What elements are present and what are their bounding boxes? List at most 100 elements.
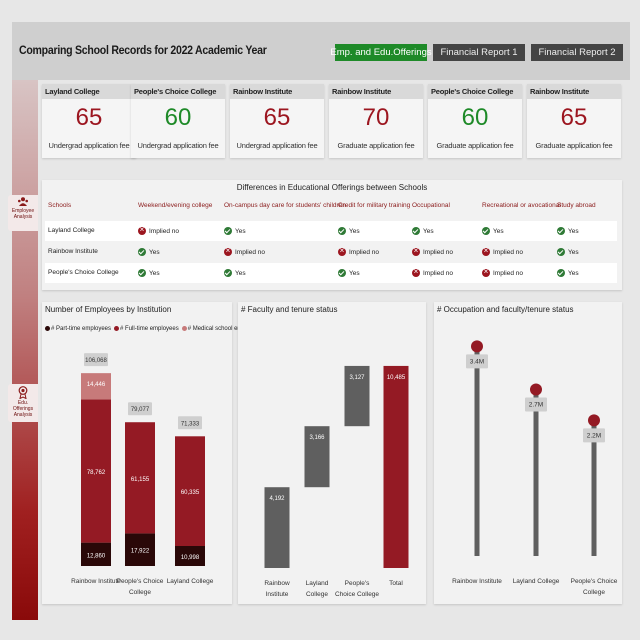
kpi-card: Rainbow Institute 70 Graduate application … bbox=[329, 84, 423, 158]
table-cell: Yes bbox=[412, 227, 434, 235]
table-cell: Yes bbox=[482, 227, 504, 235]
kpi-card-label: Undergrad application fee bbox=[48, 141, 130, 150]
kpi-card-school: Layland College bbox=[42, 84, 136, 99]
data-label: 78,762 bbox=[87, 470, 106, 476]
table-cell-text: Implied no bbox=[423, 269, 453, 277]
table-row: People's Choice College Yes Yes Yes Implied … bbox=[45, 263, 617, 283]
nav-button-financial-report-2[interactable]: Financial Report 2 bbox=[531, 44, 623, 61]
table-cell: Yes bbox=[224, 227, 246, 235]
x-tick-label: Rainbow Institute bbox=[452, 578, 502, 585]
check-icon bbox=[138, 269, 146, 277]
kpi-card-label: Graduate application fee bbox=[436, 141, 514, 150]
x-tick-label: Rainbow bbox=[264, 580, 290, 587]
table-cell-text: Yes bbox=[493, 227, 504, 235]
table-cell: Yes bbox=[557, 227, 579, 235]
table-cell-text: Yes bbox=[423, 227, 434, 235]
kpi-card-value: 60 bbox=[164, 104, 192, 131]
table-cell-school: Rainbow Institute bbox=[48, 248, 98, 255]
x-tick-label: People's Choice bbox=[117, 578, 164, 585]
table-column-header[interactable]: Weekend/evening college bbox=[138, 202, 212, 209]
kpi-card-label: Graduate application fee bbox=[535, 141, 613, 150]
total-label: 106,068 bbox=[85, 358, 107, 364]
table-cell-school: Layland College bbox=[48, 227, 95, 234]
x-tick-label: Layland bbox=[306, 580, 329, 587]
table-cell: Implied no bbox=[224, 246, 265, 256]
table-column-header[interactable]: On-campus day care for students' childre… bbox=[224, 202, 346, 209]
kpi-card-school: Rainbow Institute bbox=[527, 84, 621, 99]
offerings-table: Differences in Educational Offerings bet… bbox=[42, 180, 622, 290]
table-cell-text: Yes bbox=[568, 227, 579, 235]
table-column-header[interactable]: Occupational bbox=[412, 202, 450, 209]
sidebar-item-edu-offerings-analysis[interactable]: Edu. Offerings Analysis bbox=[8, 384, 38, 422]
table-cell-text: Implied no bbox=[149, 227, 179, 235]
x-icon bbox=[412, 246, 420, 256]
table-cell: Yes bbox=[338, 269, 360, 277]
x-tick-label: Layland College bbox=[167, 578, 214, 585]
x-tick-label: People's Choice bbox=[571, 578, 618, 585]
data-label: 61,155 bbox=[131, 477, 150, 483]
sidebar-item-employee-analysis[interactable]: Employee Analysis bbox=[8, 195, 38, 231]
total-bar[interactable] bbox=[383, 365, 409, 568]
table-cell-text: Yes bbox=[235, 269, 246, 277]
table-column-header[interactable]: Study abroad bbox=[557, 202, 596, 209]
nav-button-emp-edu[interactable]: Emp. and Edu.Offerings bbox=[330, 44, 432, 61]
x-tick-label: People's bbox=[345, 580, 370, 587]
faculty-waterfall-chart: 4,192 Rainbow Institute 3,166 Layland College… bbox=[264, 365, 409, 598]
x-tick-label: College bbox=[129, 589, 151, 596]
kpi-card-school: People's Choice College bbox=[131, 84, 225, 99]
table-cell-text: Implied no bbox=[235, 248, 265, 256]
x-icon bbox=[482, 246, 490, 256]
check-icon bbox=[412, 227, 420, 235]
table-cell: Implied no bbox=[138, 225, 179, 235]
lollipop-point[interactable] bbox=[588, 414, 600, 427]
x-tick-label: Rainbow Institute bbox=[71, 578, 121, 585]
check-icon bbox=[224, 227, 232, 235]
kpi-card: Rainbow Institute 65 Undergrad application… bbox=[230, 84, 324, 158]
kpi-card-label: Undergrad application fee bbox=[137, 141, 219, 150]
check-icon bbox=[557, 269, 565, 277]
lollipop-point[interactable] bbox=[471, 340, 483, 353]
x-tick-label: College bbox=[583, 589, 605, 596]
people-icon bbox=[18, 197, 28, 206]
app-frame: Comparing School Records for 2022 Academ… bbox=[0, 0, 640, 640]
data-label: 2.7M bbox=[529, 402, 543, 409]
table-cell-text: Implied no bbox=[493, 248, 523, 256]
table-cell-text: Implied no bbox=[493, 269, 523, 277]
lollipop-stem bbox=[533, 389, 539, 556]
table-column-header[interactable]: Credit for military training bbox=[338, 202, 410, 209]
lollipop-point[interactable] bbox=[530, 383, 542, 396]
kpi-card-value: 60 bbox=[461, 104, 489, 131]
award-icon bbox=[18, 386, 28, 399]
table-title: Differences in Educational Offerings bet… bbox=[236, 183, 428, 192]
data-label: 4,192 bbox=[269, 496, 285, 502]
x-icon bbox=[224, 246, 232, 256]
table-column-header[interactable]: Recreational or avocational bbox=[482, 202, 561, 209]
data-label: 17,922 bbox=[131, 549, 150, 555]
table-column-header[interactable]: Schools bbox=[48, 202, 71, 209]
check-icon bbox=[138, 248, 146, 256]
table-cell: Implied no bbox=[412, 246, 453, 256]
data-label: 12,860 bbox=[87, 553, 106, 559]
x-tick-label: College bbox=[306, 591, 328, 598]
x-icon bbox=[412, 267, 420, 277]
check-icon bbox=[224, 269, 232, 277]
employees-chart-panel: Number of Employees by Institution # Par… bbox=[42, 302, 252, 604]
page-title: Comparing School Records for 2022 Academ… bbox=[19, 43, 267, 57]
table-cell-text: Yes bbox=[568, 269, 579, 277]
x-tick-label: Layland College bbox=[513, 578, 560, 585]
table-cell-text: Yes bbox=[349, 227, 360, 235]
nav-button-financial-report-1[interactable]: Financial Report 1 bbox=[433, 44, 525, 61]
sidebar-item-label: Employee Analysis bbox=[11, 208, 35, 220]
employees-stacked-bar-chart: 12,860 78,762 14,446 106,068 Rainbow Institu… bbox=[71, 353, 214, 596]
data-label: 2.2M bbox=[587, 432, 601, 439]
table-cell: Implied no bbox=[482, 246, 523, 256]
table-cell-text: Yes bbox=[568, 248, 579, 256]
table-cell-school: People's Choice College bbox=[48, 269, 119, 276]
x-tick-label: Choice College bbox=[335, 591, 379, 598]
table-cell-text: Yes bbox=[149, 248, 160, 256]
table-cell-text: Yes bbox=[235, 227, 246, 235]
table-cell: Yes bbox=[557, 269, 579, 277]
x-tick-label: Institute bbox=[266, 591, 289, 598]
table-cell: Yes bbox=[224, 269, 246, 277]
kpi-card-school: Rainbow Institute bbox=[230, 84, 324, 99]
